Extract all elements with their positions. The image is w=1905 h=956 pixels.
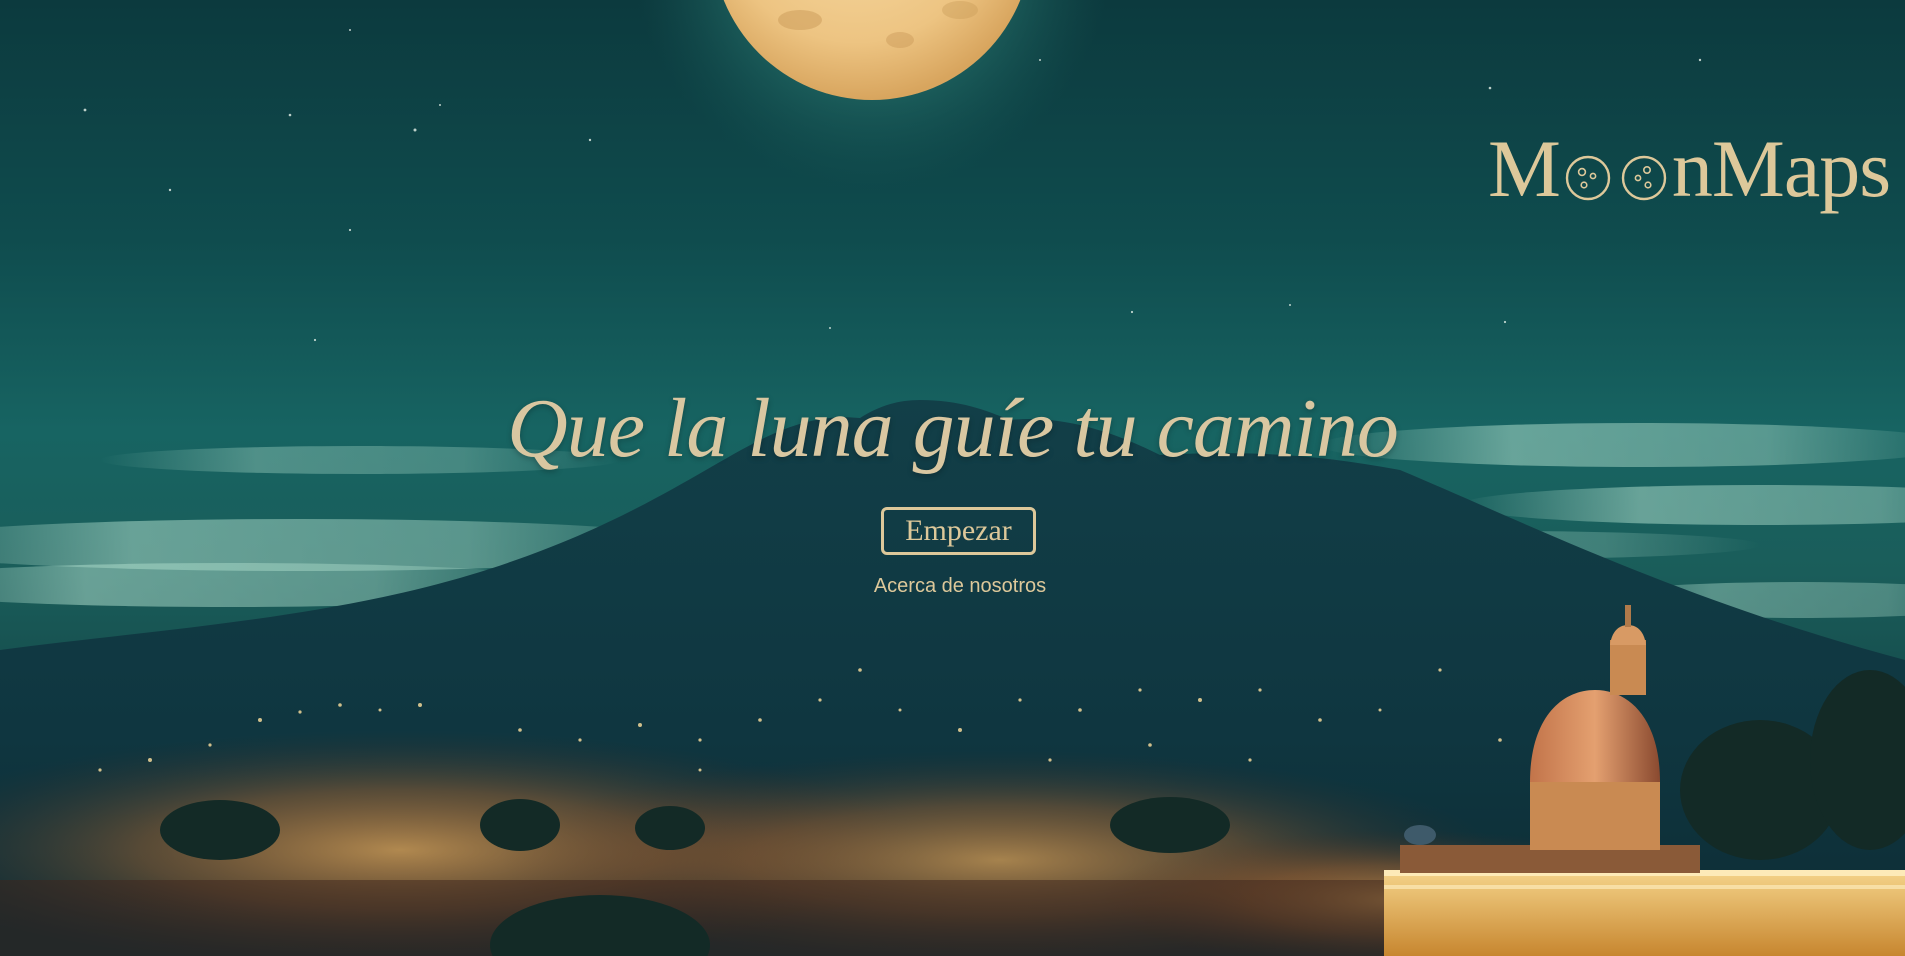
landing-page: M nMaps Que la luna guíe tu camino Empez… xyxy=(0,0,1905,956)
brand-logo[interactable]: M nMaps xyxy=(1488,120,1891,214)
moon-o-icon xyxy=(1565,155,1611,201)
moon-o-icon xyxy=(1621,155,1667,201)
logo-text-start: M xyxy=(1488,123,1561,214)
about-us-link[interactable]: Acerca de nosotros xyxy=(0,575,1905,598)
hero-title: Que la luna guíe tu camino xyxy=(507,382,1399,475)
logo-text-end: nMaps xyxy=(1671,123,1891,214)
start-button[interactable]: Empezar xyxy=(881,507,1036,555)
